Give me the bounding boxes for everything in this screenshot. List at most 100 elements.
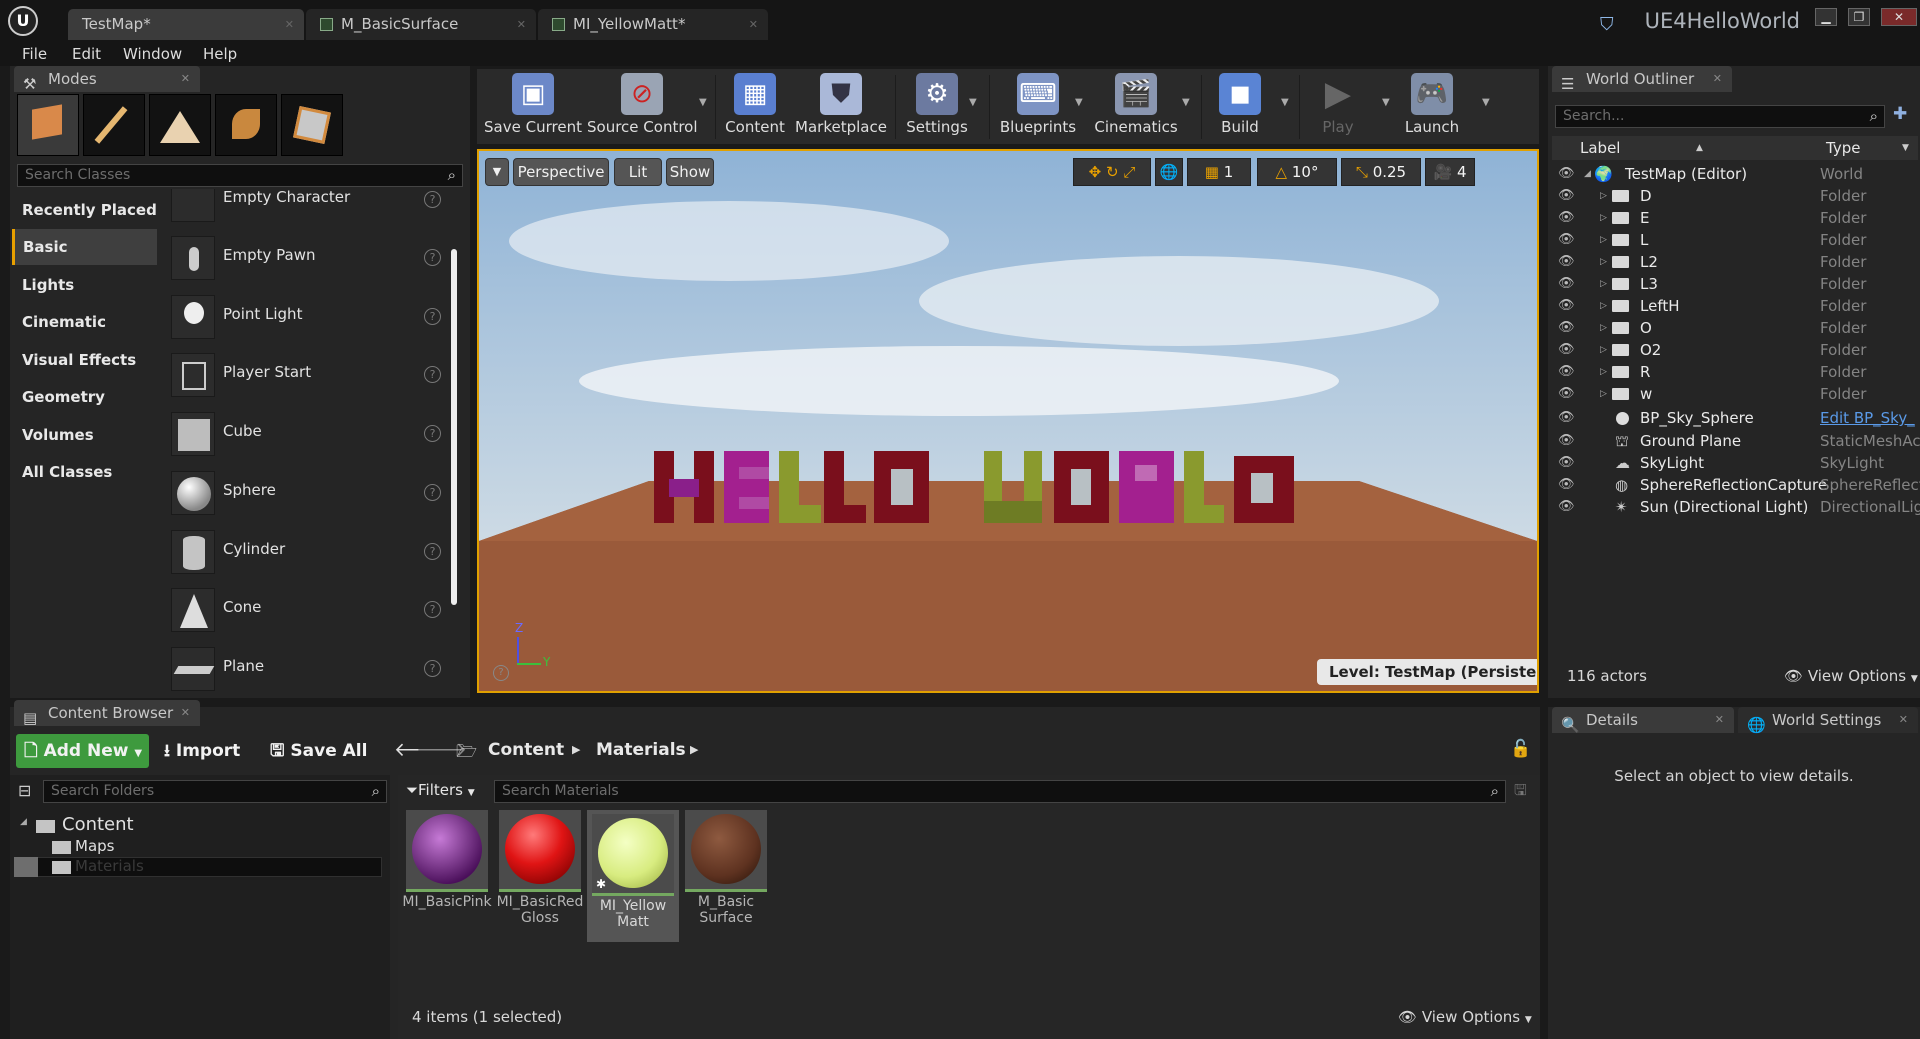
- show-button[interactable]: Show: [666, 158, 714, 186]
- folder-item[interactable]: ◢ Content: [16, 813, 386, 837]
- list-item-cylinder[interactable]: Cylinder ?: [166, 523, 449, 581]
- expand-arrow-icon[interactable]: ◢: [1584, 163, 1591, 185]
- outliner-row[interactable]: 👁 ▷ O2 Folder: [1550, 339, 1920, 361]
- outliner-row[interactable]: 👁 ▷ w Folder: [1550, 383, 1920, 405]
- visibility-eye-icon[interactable]: 👁: [1558, 251, 1575, 273]
- outliner-row[interactable]: 👁 ⛫ Ground Plane StaticMeshAc: [1550, 430, 1920, 452]
- content-view-options-button[interactable]: 👁 View Options ▼: [1398, 1008, 1532, 1026]
- expand-arrow-icon[interactable]: ▷: [1600, 317, 1607, 339]
- add-new-button[interactable]: 🗋 Add New ▼: [16, 734, 149, 768]
- outliner-row[interactable]: 👁 ▷ E Folder: [1550, 207, 1920, 229]
- outliner-row[interactable]: 👁 ☁ SkyLight SkyLight: [1550, 452, 1920, 474]
- category-basic[interactable]: Basic: [12, 229, 157, 265]
- paint-mode-button[interactable]: [83, 94, 145, 156]
- outliner-row[interactable]: 👁 ▷ D Folder: [1550, 185, 1920, 207]
- expand-arrow-icon[interactable]: ▷: [1600, 229, 1607, 251]
- build-button[interactable]: ◼ Build: [1205, 69, 1275, 144]
- visibility-eye-icon[interactable]: 👁: [1558, 474, 1575, 496]
- save-current-button[interactable]: ▣ Save Current: [483, 69, 583, 144]
- foliage-mode-button[interactable]: [215, 94, 277, 156]
- save-search-icon[interactable]: 🖫: [1514, 780, 1527, 805]
- category-cinematic[interactable]: Cinematic: [14, 304, 159, 340]
- list-item-plane[interactable]: Plane ?: [166, 640, 449, 695]
- outliner-row[interactable]: 👁 ▷ O Folder: [1550, 317, 1920, 339]
- details-tab[interactable]: 🔍 Details ✕: [1552, 707, 1734, 734]
- help-icon[interactable]: ?: [424, 191, 441, 208]
- category-all-classes[interactable]: All Classes: [14, 454, 159, 490]
- list-item-cube[interactable]: Cube ?: [166, 405, 449, 463]
- list-item-player-start[interactable]: Player Start ?: [166, 346, 449, 404]
- cinematics-button[interactable]: 🎬 Cinematics: [1091, 69, 1181, 144]
- column-label-header[interactable]: Label: [1580, 136, 1620, 160]
- list-item-cone[interactable]: Cone ?: [166, 581, 449, 639]
- maximize-button[interactable]: ❐: [1848, 8, 1870, 26]
- scale-snap-button[interactable]: ⤡ 0.25: [1341, 158, 1421, 186]
- surface-snap-button[interactable]: ▦ 1: [1187, 158, 1251, 186]
- asset-m-basicsurface[interactable]: M_Basic Surface: [680, 810, 772, 926]
- tab-testmap[interactable]: TestMap* ✕: [68, 9, 304, 40]
- outliner-row[interactable]: 👁 ✴ Sun (Directional Light) DirectionalLig: [1550, 496, 1920, 518]
- category-volumes[interactable]: Volumes: [14, 417, 159, 453]
- marketplace-button[interactable]: ⛊ Marketplace: [795, 69, 887, 144]
- chevron-down-icon[interactable]: ▼: [1281, 97, 1289, 108]
- list-item-empty-pawn[interactable]: Empty Pawn ?: [166, 229, 449, 287]
- close-icon[interactable]: ✕: [517, 9, 526, 40]
- visibility-eye-icon[interactable]: 👁: [1558, 339, 1575, 361]
- level-viewport[interactable]: ▼ Perspective Lit Show ✥ ↻ ⤢ 🌐 ▦ 1 △ 10°…: [477, 149, 1539, 693]
- breadcrumb-arrow-icon[interactable]: ▶: [572, 743, 580, 756]
- filters-button[interactable]: ⏷Filters ▼: [406, 781, 475, 799]
- transform-tools[interactable]: ✥ ↻ ⤢: [1073, 158, 1151, 186]
- asset-mi-basicpink[interactable]: MI_BasicPink: [401, 810, 493, 910]
- breadcrumb-materials[interactable]: Materials: [596, 740, 686, 760]
- help-icon[interactable]: ?: [424, 660, 441, 677]
- help-icon[interactable]: ?: [424, 366, 441, 383]
- breadcrumb-content[interactable]: Content: [488, 740, 564, 760]
- column-type-header[interactable]: Type: [1826, 136, 1860, 160]
- visibility-eye-icon[interactable]: 👁: [1558, 317, 1575, 339]
- category-visual-effects[interactable]: Visual Effects: [14, 342, 159, 378]
- visibility-eye-icon[interactable]: 👁: [1558, 185, 1575, 207]
- outliner-search-input[interactable]: Search... ⌕: [1555, 105, 1885, 128]
- visibility-eye-icon[interactable]: 👁: [1558, 452, 1575, 474]
- perspective-button[interactable]: Perspective: [513, 158, 609, 186]
- close-icon[interactable]: ✕: [181, 700, 190, 726]
- visibility-eye-icon[interactable]: 👁: [1558, 430, 1575, 452]
- lock-icon[interactable]: 🔓: [1510, 739, 1531, 759]
- outliner-row[interactable]: 👁 ▷ L2 Folder: [1550, 251, 1920, 273]
- chevron-down-icon[interactable]: ▼: [969, 97, 977, 108]
- settings-button[interactable]: ⚙ Settings: [899, 69, 975, 144]
- tab-mi-yellowmatt[interactable]: MI_YellowMatt* ✕: [538, 9, 768, 40]
- outliner-row[interactable]: 👁 ▷ L3 Folder: [1550, 273, 1920, 295]
- list-item-empty-character[interactable]: Empty Character ?: [166, 189, 449, 229]
- close-icon[interactable]: ✕: [749, 9, 758, 40]
- close-icon[interactable]: ✕: [181, 66, 190, 92]
- asset-mi-yellowmatt[interactable]: ✱ MI_Yellow Matt: [587, 810, 679, 942]
- sources-toggle-icon[interactable]: ⊟: [18, 781, 31, 800]
- content-button[interactable]: ▦ Content: [720, 69, 790, 144]
- list-item-point-light[interactable]: Point Light ?: [166, 288, 449, 346]
- outliner-row[interactable]: 👁 ◍ SphereReflectionCapture SphereReflecti: [1550, 474, 1920, 496]
- visibility-eye-icon[interactable]: 👁: [1558, 273, 1575, 295]
- world-settings-tab[interactable]: 🌐 World Settings ✕: [1738, 707, 1918, 734]
- breadcrumb-arrow-icon[interactable]: ▶: [690, 743, 698, 756]
- modes-tab[interactable]: ⚒ Modes ✕: [14, 66, 200, 93]
- chevron-down-icon[interactable]: ▼: [1382, 97, 1390, 108]
- world-outliner-tab[interactable]: ☰ World Outliner ✕: [1552, 66, 1732, 93]
- blueprints-button[interactable]: ⌨ Blueprints: [993, 69, 1083, 144]
- tab-m-basicsurface[interactable]: M_BasicSurface ✕: [306, 9, 536, 40]
- folder-item[interactable]: Maps: [16, 837, 386, 857]
- menu-window[interactable]: Window: [123, 45, 182, 63]
- place-mode-button[interactable]: [17, 94, 79, 156]
- chevron-down-icon[interactable]: ▼: [1182, 97, 1190, 108]
- edit-blueprint-link[interactable]: Edit BP_Sky_: [1820, 407, 1920, 429]
- landscape-mode-button[interactable]: [149, 94, 211, 156]
- expand-arrow-icon[interactable]: ▷: [1600, 361, 1607, 383]
- visibility-eye-icon[interactable]: 👁: [1558, 295, 1575, 317]
- expand-arrow-icon[interactable]: ▷: [1600, 339, 1607, 361]
- help-icon[interactable]: ?: [493, 665, 509, 681]
- chevron-down-icon[interactable]: ▼: [1075, 97, 1083, 108]
- visibility-eye-icon[interactable]: 👁: [1558, 496, 1575, 518]
- visibility-eye-icon[interactable]: 👁: [1558, 207, 1575, 229]
- source-control-status-icon[interactable]: ⛉: [1600, 14, 1614, 35]
- expand-arrow-icon[interactable]: ▷: [1600, 207, 1607, 229]
